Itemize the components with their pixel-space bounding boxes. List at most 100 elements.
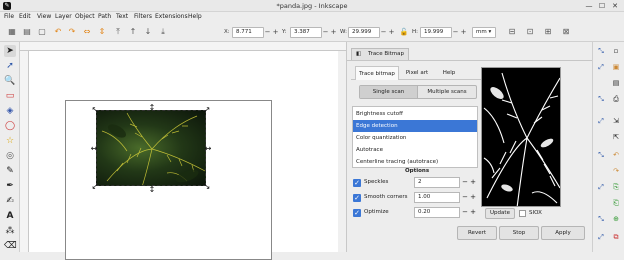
mode-color-quantization[interactable]: Color quantization — [353, 132, 477, 144]
menu-edit[interactable]: Edit — [19, 13, 31, 20]
unit-select[interactable]: mm ▾ — [472, 27, 496, 38]
maximize-button[interactable]: ☐ — [597, 1, 607, 11]
lower-to-bottom-icon[interactable]: ⤓ — [157, 26, 169, 38]
save-icon[interactable]: ▤ — [611, 78, 621, 88]
calligraphy-tool-icon[interactable]: ✍ — [4, 195, 16, 207]
x-increment-button[interactable]: + — [272, 27, 279, 38]
flip-vertical-icon[interactable]: ⇕ — [96, 26, 108, 38]
export-icon[interactable]: ⇱ — [611, 132, 621, 142]
snap-text-icon[interactable]: ⤢ — [596, 232, 606, 242]
y-decrement-button[interactable]: − — [322, 27, 329, 38]
x-decrement-button[interactable]: − — [264, 27, 271, 38]
scale-handle-left[interactable]: ↔ — [90, 145, 98, 153]
tab-trace-bitmap[interactable]: Trace bitmap — [355, 66, 399, 80]
rotate-handle-br[interactable]: ↘ — [203, 183, 211, 191]
siox-checkbox[interactable] — [519, 210, 526, 217]
w-decrement-button[interactable]: − — [380, 27, 387, 38]
deselect-icon[interactable]: ▢ — [36, 26, 48, 38]
transform-patterns-icon[interactable]: ⊠ — [560, 26, 572, 38]
speckles-input[interactable]: 2 — [414, 177, 460, 188]
snap-nodes-icon[interactable]: ⤡ — [596, 94, 606, 104]
optimize-input[interactable]: 0.20 — [414, 207, 460, 218]
w-increment-button[interactable]: + — [388, 27, 395, 38]
new-doc-icon[interactable]: ▫ — [611, 46, 621, 56]
transform-gradients-icon[interactable]: ⊞ — [542, 26, 554, 38]
menu-extensions[interactable]: Extensions — [155, 13, 188, 20]
revert-button[interactable]: Revert — [457, 226, 497, 240]
copy-icon[interactable]: ⎘ — [611, 182, 621, 192]
zoom-tool-icon[interactable]: 🔍 — [4, 75, 16, 87]
open-icon[interactable]: ▣ — [611, 62, 621, 72]
eraser-tool-icon[interactable]: ⌫ — [4, 240, 17, 252]
lock-icon[interactable]: 🔓 — [398, 26, 410, 38]
smooth-corners-increment-button[interactable]: + — [469, 192, 477, 203]
x-input[interactable]: 8.771 — [232, 27, 264, 38]
star-tool-icon[interactable]: ☆ — [4, 135, 16, 147]
snap-page-icon[interactable]: ⤢ — [596, 182, 606, 192]
apply-button[interactable]: Apply — [541, 226, 585, 240]
mode-edge-detection[interactable]: Edge detection — [353, 120, 477, 132]
speckles-checkbox[interactable]: ✓ — [353, 179, 361, 187]
close-button[interactable]: ✕ — [610, 1, 620, 11]
scale-handle-bottom[interactable]: ↕ — [148, 186, 156, 194]
h-input[interactable]: 19.999 — [420, 27, 452, 38]
snap-grid-icon[interactable]: ⤡ — [596, 214, 606, 224]
h-decrement-button[interactable]: − — [452, 27, 459, 38]
redo-icon[interactable]: ↷ — [611, 166, 621, 176]
menu-help[interactable]: Help — [188, 13, 202, 20]
duplicate-icon[interactable]: ⧉ — [611, 232, 621, 242]
pen-tool-icon[interactable]: ✒ — [4, 180, 16, 192]
ellipse-tool-icon[interactable]: ◯ — [4, 120, 16, 132]
scale-stroke-icon[interactable]: ⊟ — [506, 26, 518, 38]
multiple-scans-tab[interactable]: Multiple scans — [418, 86, 476, 98]
single-scan-tab[interactable]: Single scan — [360, 86, 418, 98]
scale-handle-right[interactable]: ↔ — [204, 145, 212, 153]
snap-midpoints-icon[interactable]: ⤢ — [596, 116, 606, 126]
canvas-scrollbar[interactable] — [338, 51, 346, 252]
w-input[interactable]: 29.999 — [348, 27, 380, 38]
print-icon[interactable]: ⎙ — [611, 94, 621, 104]
smooth-corners-decrement-button[interactable]: − — [461, 192, 469, 203]
undo-icon[interactable]: ↶ — [611, 150, 621, 160]
raise-icon[interactable]: ↑ — [127, 26, 139, 38]
y-increment-button[interactable]: + — [330, 27, 337, 38]
menu-view[interactable]: View — [37, 13, 51, 20]
optimize-decrement-button[interactable]: − — [461, 207, 469, 218]
lower-icon[interactable]: ↓ — [142, 26, 154, 38]
rotate-ccw-icon[interactable]: ↶ — [52, 26, 64, 38]
spray-tool-icon[interactable]: ⁂ — [4, 225, 16, 237]
flip-horizontal-icon[interactable]: ⇔ — [81, 26, 93, 38]
minimize-button[interactable]: — — [584, 1, 594, 11]
y-input[interactable]: 3.387 — [290, 27, 322, 38]
spiral-tool-icon[interactable]: ◎ — [4, 150, 16, 162]
smooth-corners-input[interactable]: 1.00 — [414, 192, 460, 203]
speckles-increment-button[interactable]: + — [469, 177, 477, 188]
select-all-layers-icon[interactable]: ▤ — [21, 26, 33, 38]
optimize-increment-button[interactable]: + — [469, 207, 477, 218]
h-increment-button[interactable]: + — [460, 27, 467, 38]
mode-brightness-cutoff[interactable]: Brightness cutoff — [353, 108, 477, 120]
menu-object[interactable]: Object — [75, 13, 95, 20]
import-icon[interactable]: ⇲ — [611, 116, 621, 126]
snap-guide-icon[interactable]: ⤡ — [596, 150, 606, 160]
snap-bbox-icon[interactable]: ⤢ — [596, 62, 606, 72]
trace-bitmap-panel-tab[interactable]: ◧ Trace Bitmap — [351, 48, 409, 60]
scale-corners-icon[interactable]: ⊡ — [524, 26, 536, 38]
zoom-selection-icon[interactable]: ⊕ — [611, 214, 621, 224]
raise-to-top-icon[interactable]: ⤒ — [112, 26, 124, 38]
rotate-handle-bl[interactable]: ↙ — [91, 183, 99, 191]
tab-pixel-art[interactable]: Pixel art — [401, 66, 433, 80]
rectangle-tool-icon[interactable]: ▭ — [4, 90, 16, 102]
menu-filters[interactable]: Filters — [134, 13, 152, 20]
select-all-icon[interactable]: ▦ — [6, 26, 18, 38]
scale-handle-top[interactable]: ↕ — [148, 104, 156, 112]
pencil-tool-icon[interactable]: ✎ — [4, 165, 16, 177]
menu-text[interactable]: Text — [116, 13, 128, 20]
menu-file[interactable]: File — [4, 13, 14, 20]
node-tool-icon[interactable]: ➚ — [4, 60, 16, 72]
speckles-decrement-button[interactable]: − — [461, 177, 469, 188]
snap-icon[interactable]: ⤡ — [596, 46, 606, 56]
mode-autotrace[interactable]: Autotrace — [353, 144, 477, 156]
paste-icon[interactable]: ⎗ — [611, 198, 621, 208]
rotate-handle-tr[interactable]: ↗ — [203, 106, 211, 114]
